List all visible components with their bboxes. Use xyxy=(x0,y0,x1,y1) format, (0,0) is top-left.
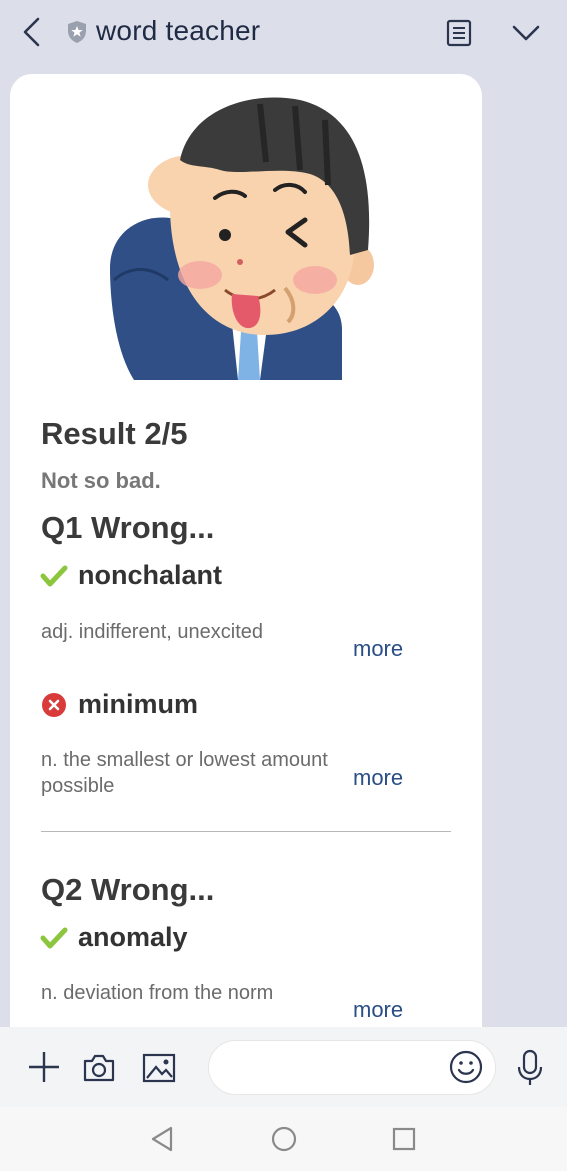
nav-home-button[interactable] xyxy=(264,1121,304,1157)
back-button[interactable] xyxy=(12,12,52,52)
image-button[interactable] xyxy=(140,1049,178,1087)
emoji-button[interactable] xyxy=(448,1049,484,1085)
emoji-icon xyxy=(449,1050,483,1084)
answer-definition: adj. indifferent, unexcited xyxy=(41,621,264,643)
nav-back-button[interactable] xyxy=(142,1121,182,1157)
more-link[interactable]: more xyxy=(353,997,403,1023)
embarrassed-businessman-illustration xyxy=(110,97,374,380)
image-icon xyxy=(142,1053,176,1083)
more-link[interactable]: more xyxy=(353,765,403,791)
answer-definition: n. deviation from the norm xyxy=(41,982,274,1004)
answer-word: anomaly xyxy=(78,922,188,952)
chat-screen: word teacher Result 2/5 Not so bad. Q1 W… xyxy=(0,0,567,1171)
shield-star-icon xyxy=(68,21,86,43)
camera-icon xyxy=(83,1054,115,1082)
nav-recents-button[interactable] xyxy=(384,1121,424,1157)
wrong-icon xyxy=(40,691,68,719)
microphone-icon xyxy=(517,1049,543,1085)
chevron-left-icon xyxy=(23,17,40,47)
nav-recents-icon xyxy=(392,1127,416,1151)
notes-icon xyxy=(446,19,472,47)
answer-row-correct: anomaly xyxy=(40,922,188,953)
plus-button[interactable] xyxy=(24,1047,64,1087)
answer-word: minimum xyxy=(78,689,199,719)
answer-definition: n. the smallest or lowest amount possibl… xyxy=(41,749,328,797)
message-input-bar xyxy=(0,1027,567,1107)
nav-back-icon xyxy=(151,1126,173,1152)
result-subtitle: Not so bad. xyxy=(41,468,161,493)
expand-menu-button[interactable] xyxy=(504,12,548,54)
camera-button[interactable] xyxy=(80,1049,118,1087)
result-title: Result 2/5 xyxy=(41,416,188,451)
plus-icon xyxy=(29,1052,59,1082)
result-message-card: Result 2/5 Not so bad. Q1 Wrong... nonch… xyxy=(10,74,482,1074)
question-2-title: Q2 Wrong... xyxy=(41,872,215,907)
microphone-button[interactable] xyxy=(510,1047,550,1089)
answer-row-correct: nonchalant xyxy=(40,560,222,591)
more-link[interactable]: more xyxy=(353,636,403,662)
answer-row-wrong: minimum xyxy=(40,689,198,720)
check-icon xyxy=(40,562,68,590)
chat-title: word teacher xyxy=(96,15,261,46)
nav-home-icon xyxy=(271,1126,297,1152)
notes-button[interactable] xyxy=(438,12,480,54)
chevron-down-icon xyxy=(512,25,540,41)
question-1-title: Q1 Wrong... xyxy=(41,510,215,545)
check-icon xyxy=(40,924,68,952)
answer-word: nonchalant xyxy=(78,560,223,590)
divider xyxy=(41,831,451,832)
chat-header: word teacher xyxy=(0,0,567,64)
system-nav-bar xyxy=(0,1107,567,1171)
